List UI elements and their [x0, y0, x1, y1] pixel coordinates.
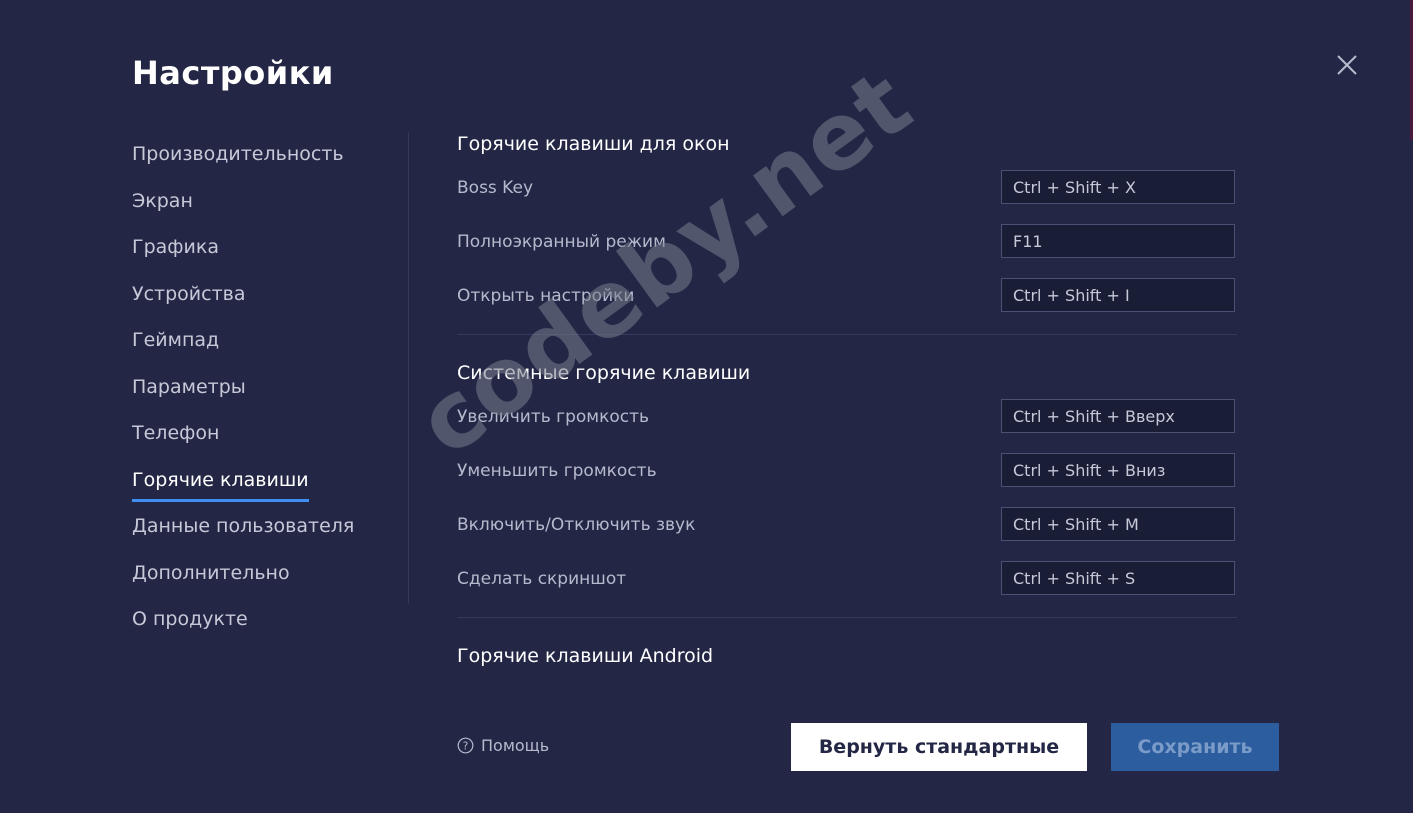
help-link[interactable]: ? Помощь: [457, 736, 549, 755]
sidebar-item[interactable]: Графика: [132, 229, 402, 276]
sidebar-item[interactable]: Устройства: [132, 276, 402, 323]
sidebar-item-label: Производительность: [132, 143, 344, 165]
hotkey-input[interactable]: [1001, 224, 1235, 258]
hotkey-label: Boss Key: [457, 178, 534, 198]
hotkey-row: Увеличить громкость: [457, 391, 1237, 445]
hotkey-row: Уменьшить громкость: [457, 445, 1237, 499]
section-title: Системные горячие клавиши: [457, 362, 751, 384]
hotkey-label: Увеличить громкость: [457, 407, 650, 427]
hotkey-input[interactable]: [1001, 453, 1235, 487]
sidebar-item[interactable]: Геймпад: [132, 322, 402, 369]
svg-text:?: ?: [463, 740, 469, 752]
sidebar-item[interactable]: Дополнительно: [132, 555, 402, 602]
reset-defaults-button[interactable]: Вернуть стандартные: [791, 723, 1087, 771]
question-circle-icon: ?: [457, 737, 474, 754]
save-button[interactable]: Сохранить: [1111, 723, 1279, 771]
hotkey-label: Включить/Отключить звук: [457, 515, 696, 535]
settings-sidebar: Производительность Экран Графика Устройства…: [132, 136, 402, 648]
hotkey-row: Сделать скриншот: [457, 553, 1237, 607]
sidebar-item-label: Горячие клавиши: [132, 462, 309, 502]
sidebar-item-label: Данные пользователя: [132, 515, 355, 537]
sidebar-item[interactable]: Телефон: [132, 415, 402, 462]
sidebar-item[interactable]: Горячие клавиши: [132, 462, 402, 509]
section-title: Горячие клавиши Android: [457, 645, 714, 667]
page-title: Настройки: [132, 54, 334, 92]
sidebar-item-label: Дополнительно: [132, 561, 290, 584]
hotkeys-panel: Горячие клавиши для окон Boss Key Полноэкр…: [457, 126, 1237, 674]
hotkey-input[interactable]: [1001, 170, 1235, 204]
sidebar-item-label: О продукте: [132, 608, 248, 630]
hotkey-label: Полноэкранный режим: [457, 232, 666, 252]
hotkey-row: Boss Key: [457, 162, 1237, 216]
sidebar-item-label: Параметры: [132, 375, 246, 398]
help-label: Помощь: [481, 736, 550, 755]
hotkey-label: Сделать скриншот: [457, 569, 627, 589]
section-title: Горячие клавиши для окон: [457, 133, 730, 155]
hotkey-input[interactable]: [1001, 278, 1235, 312]
settings-window: Настройки Производительность Экран Графика…: [0, 0, 1413, 813]
hotkey-row: Включить/Отключить звук: [457, 499, 1237, 553]
sidebar-item-label: Графика: [132, 236, 220, 258]
hotkey-label: Уменьшить громкость: [457, 461, 657, 481]
sidebar-item-label: Экран: [132, 189, 193, 212]
hotkey-label: Открыть настройки: [457, 286, 635, 306]
sidebar-item-label: Геймпад: [132, 329, 220, 351]
sidebar-item-label: Устройства: [132, 282, 246, 305]
hotkey-row: Полноэкранный режим: [457, 216, 1237, 270]
close-icon: [1337, 55, 1357, 75]
sidebar-divider: [408, 132, 409, 604]
close-button[interactable]: [1334, 52, 1360, 78]
sidebar-item-label: Телефон: [132, 422, 220, 444]
hotkey-input[interactable]: [1001, 399, 1235, 433]
sidebar-item[interactable]: Данные пользователя: [132, 508, 402, 555]
hotkey-input[interactable]: [1001, 507, 1235, 541]
hotkey-row: Открыть настройки: [457, 270, 1237, 324]
sidebar-item[interactable]: Параметры: [132, 369, 402, 416]
sidebar-item[interactable]: Экран: [132, 183, 402, 230]
sidebar-item[interactable]: Производительность: [132, 136, 402, 183]
sidebar-item[interactable]: О продукте: [132, 601, 402, 648]
hotkey-input[interactable]: [1001, 561, 1235, 595]
